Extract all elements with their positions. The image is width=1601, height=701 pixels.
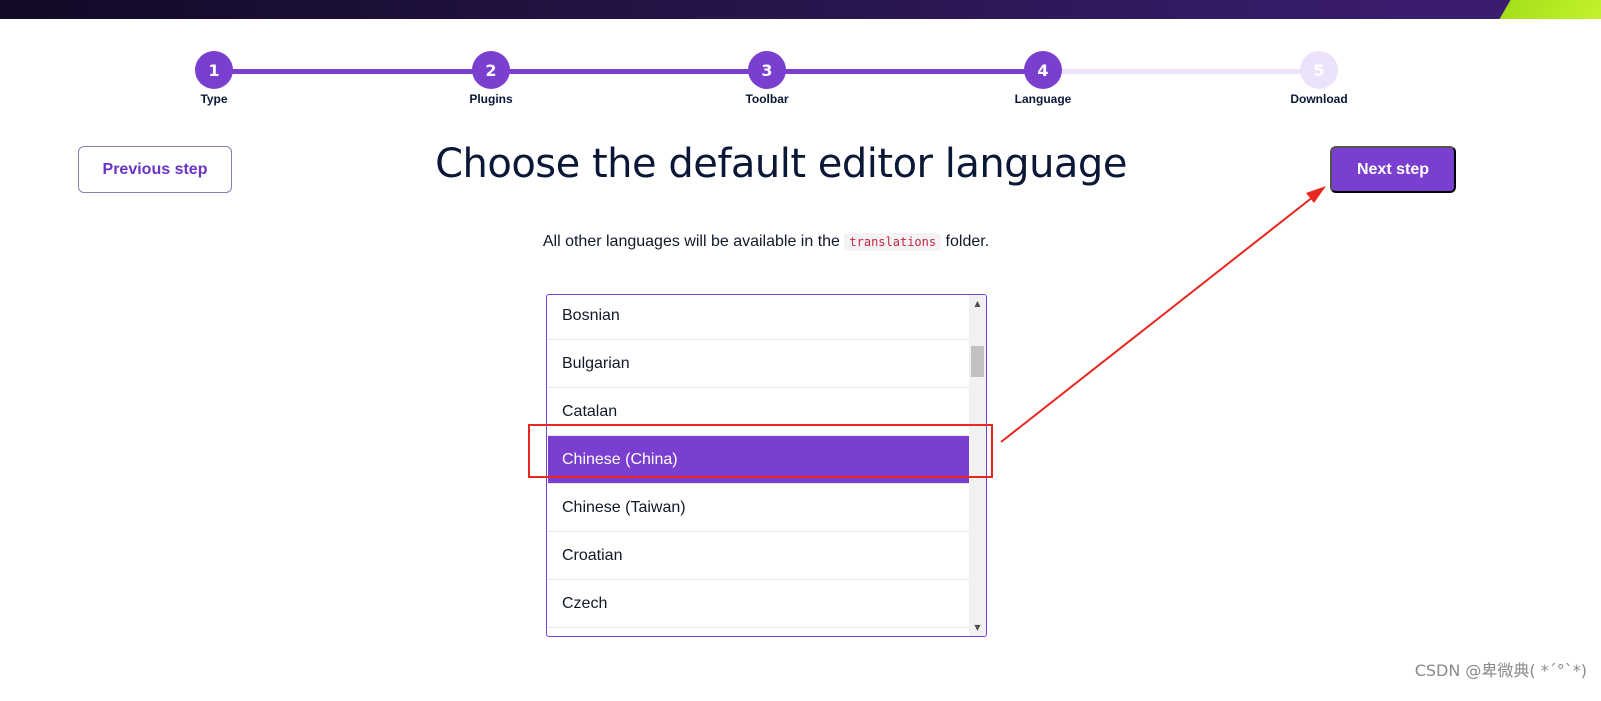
step-label: Toolbar: [745, 92, 789, 106]
page-title: Choose the default editor language: [435, 141, 1127, 187]
watermark: CSDN @卑微典( *´°`*): [1414, 661, 1587, 680]
language-options: Bosnian Bulgarian Catalan Chinese (China…: [548, 295, 970, 636]
step-number: 3: [748, 51, 786, 89]
step-number: 5: [1300, 51, 1338, 89]
step-number: 4: [1024, 51, 1062, 89]
progress-stepper: 1 Type 2 Plugins 3 Toolbar 4 Language 5 …: [0, 0, 1601, 120]
scroll-up-icon[interactable]: ▲: [969, 295, 986, 312]
subtitle-text-end: folder.: [945, 233, 990, 250]
step-language[interactable]: 4 Language: [983, 51, 1103, 106]
translations-folder-code: translations: [844, 233, 942, 251]
step-number: 2: [472, 51, 510, 89]
step-download: 5 Download: [1259, 51, 1379, 106]
listbox-scrollbar[interactable]: ▲ ▼: [969, 295, 986, 636]
next-step-button[interactable]: Next step: [1330, 146, 1456, 193]
language-option-bosnian[interactable]: Bosnian: [548, 295, 970, 340]
step-number: 1: [195, 51, 233, 89]
step-plugins[interactable]: 2 Plugins: [431, 51, 551, 106]
step-toolbar[interactable]: 3 Toolbar: [707, 51, 827, 106]
language-option-chinese-taiwan[interactable]: Chinese (Taiwan): [548, 484, 970, 532]
language-option-chinese-china[interactable]: Chinese (China): [548, 436, 970, 484]
language-option-catalan[interactable]: Catalan: [548, 388, 970, 436]
step-label: Type: [200, 92, 228, 106]
language-option-partial[interactable]: [548, 628, 970, 636]
subtitle: All other languages will be available in…: [0, 233, 1532, 251]
scroll-down-icon[interactable]: ▼: [969, 619, 986, 636]
step-label: Plugins: [469, 92, 513, 106]
language-listbox[interactable]: Bosnian Bulgarian Catalan Chinese (China…: [546, 294, 987, 637]
language-option-czech[interactable]: Czech: [548, 580, 970, 628]
step-label: Download: [1290, 92, 1348, 106]
language-option-croatian[interactable]: Croatian: [548, 532, 970, 580]
step-label: Language: [1014, 92, 1072, 106]
language-option-bulgarian[interactable]: Bulgarian: [548, 340, 970, 388]
scroll-thumb[interactable]: [971, 346, 984, 377]
step-type[interactable]: 1 Type: [154, 51, 274, 106]
subtitle-text: All other languages will be available in…: [542, 233, 840, 250]
